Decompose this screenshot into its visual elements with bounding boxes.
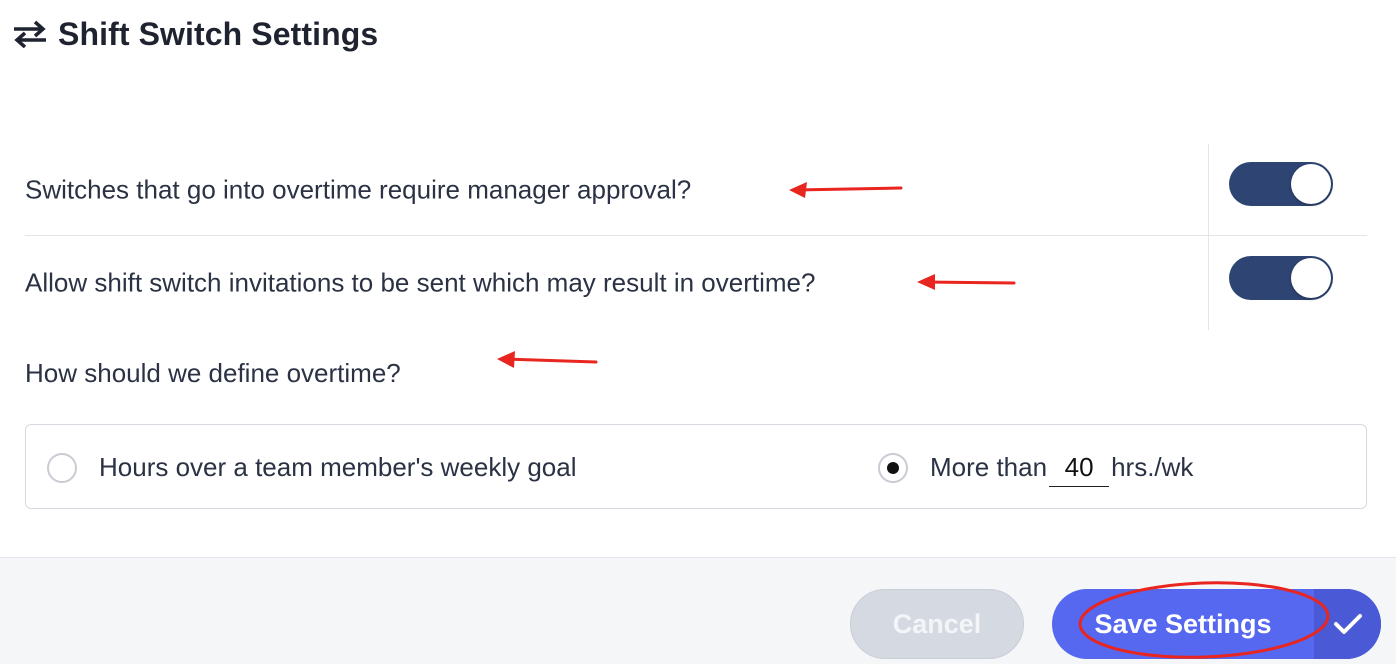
swap-arrows-icon: [14, 20, 46, 48]
toggle-knob: [1291, 164, 1331, 204]
annotation-arrow: [497, 351, 598, 368]
shift-switch-settings-page: Shift Switch Settings Switches that go i…: [0, 0, 1396, 664]
header: Shift Switch Settings: [12, 14, 378, 54]
overtime-hours-input[interactable]: [1049, 448, 1110, 487]
option-more-than-hours[interactable]: More than hrs./wk: [878, 425, 1193, 510]
option-more-than-suffix: hrs./wk: [1111, 452, 1194, 482]
option-weekly-goal-label: Hours over a team member's weekly goal: [99, 452, 577, 482]
cancel-button[interactable]: Cancel: [850, 589, 1024, 659]
setting-label-overtime-approval: Switches that go into overtime require m…: [25, 174, 692, 204]
setting-row-overtime-approval: Switches that go into overtime require m…: [25, 144, 1367, 236]
toggle-knob: [1291, 258, 1331, 298]
overtime-invitations-toggle[interactable]: [1229, 256, 1333, 300]
page-title: Shift Switch Settings: [58, 15, 379, 52]
overtime-definition-question: How should we define overtime?: [25, 358, 401, 388]
option-more-than-prefix: More than: [930, 452, 1048, 482]
toggle-column-divider: [1208, 144, 1209, 330]
radio-more-than-hours[interactable]: [878, 452, 908, 483]
annotation-arrow: [917, 274, 1016, 290]
setting-label-overtime-invitations: Allow shift switch invitations to be sen…: [25, 267, 816, 298]
overtime-approval-toggle[interactable]: [1229, 162, 1333, 206]
annotation-ellipse: [1078, 581, 1330, 659]
setting-row-overtime-invitations: Allow shift switch invitations to be sen…: [25, 237, 1367, 329]
radio-weekly-goal[interactable]: [47, 452, 77, 483]
annotation-arrow: [789, 182, 903, 198]
option-weekly-goal[interactable]: Hours over a team member's weekly goal: [47, 425, 576, 510]
overtime-definition-options: Hours over a team member's weekly goal M…: [25, 424, 1367, 509]
